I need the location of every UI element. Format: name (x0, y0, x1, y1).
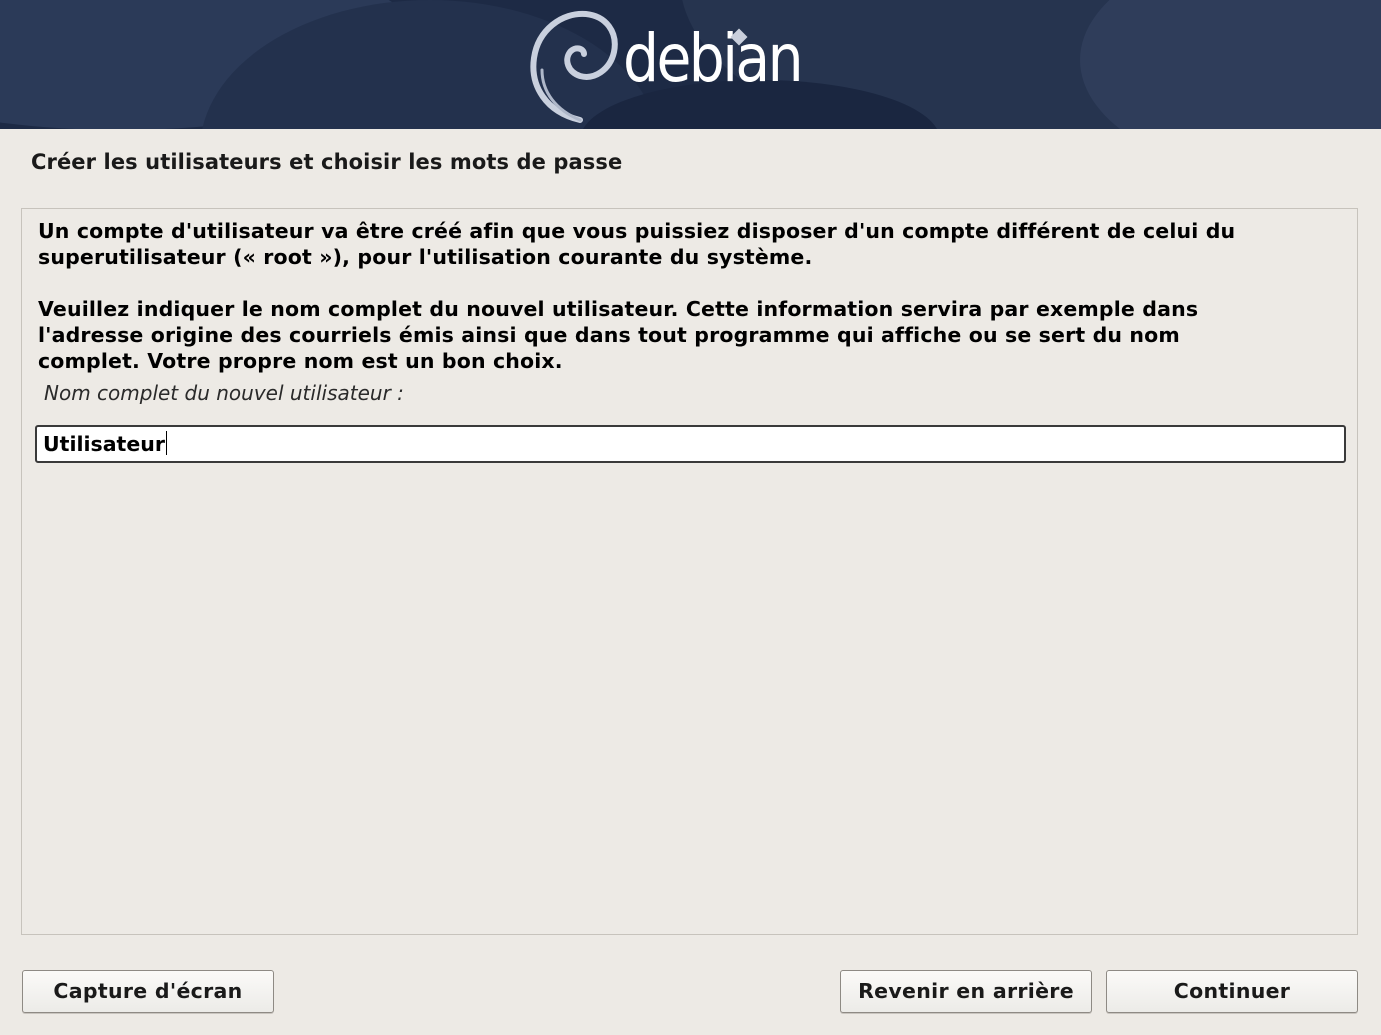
debian-logo-text: debian (623, 20, 804, 97)
text-caret (165, 431, 168, 455)
instruction-line-2: l'adresse origine des courriels émis ain… (38, 323, 1180, 347)
intro-line-1: Un compte d'utilisateur va être créé afi… (38, 219, 1236, 243)
instruction-line-1: Veuillez indiquer le nom complet du nouv… (38, 297, 1199, 321)
page-title: Créer les utilisateurs et choisir les mo… (31, 150, 623, 174)
full-name-input-value: Utilisateur (43, 432, 165, 456)
full-name-input[interactable]: Utilisateur (35, 425, 1346, 463)
full-name-label: Nom complet du nouvel utilisateur : (44, 381, 404, 405)
continue-button[interactable]: Continuer (1106, 970, 1358, 1013)
header-banner: debian (0, 0, 1381, 129)
intro-line-2: superutilisateur (« root »), pour l'util… (38, 245, 813, 269)
debian-logo: debian (528, 8, 828, 126)
instruction-line-3: complet. Votre propre nom est un bon cho… (38, 349, 563, 373)
intro-paragraph: Un compte d'utilisateur va être créé afi… (38, 218, 1338, 270)
debian-swirl-icon (530, 10, 618, 123)
back-button[interactable]: Revenir en arrière (840, 970, 1092, 1013)
screenshot-button[interactable]: Capture d'écran (22, 970, 274, 1013)
instruction-paragraph: Veuillez indiquer le nom complet du nouv… (38, 296, 1338, 374)
content-panel: Un compte d'utilisateur va être créé afi… (21, 208, 1358, 935)
